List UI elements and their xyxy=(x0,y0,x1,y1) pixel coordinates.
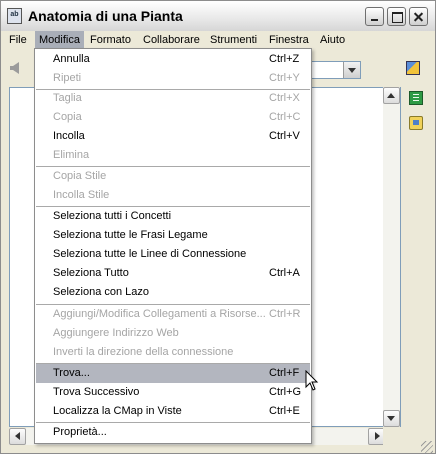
title-bar[interactable]: Anatomia di una Pianta xyxy=(1,1,435,32)
concept-map-icon[interactable] xyxy=(7,8,22,24)
menu-aiuto[interactable]: Aiuto xyxy=(316,31,349,49)
menu-item-copia-stile[interactable]: Copia Stile xyxy=(36,167,310,186)
menu-modifica[interactable]: Modifica xyxy=(35,31,84,49)
menu-item-indirizzo-web[interactable]: Aggiungere Indirizzo Web xyxy=(36,324,310,343)
menu-file[interactable]: File xyxy=(5,31,31,49)
views-book-icon[interactable] xyxy=(409,91,423,105)
menu-item-ripeti[interactable]: Ripeti Ctrl+Y xyxy=(36,69,310,88)
scroll-left-button[interactable] xyxy=(9,428,26,445)
menu-item-annulla[interactable]: Annulla Ctrl+Z xyxy=(36,50,310,69)
scroll-down-button[interactable] xyxy=(383,410,400,427)
menu-item-proprieta[interactable]: Proprietà... xyxy=(36,423,310,442)
menu-item-copia[interactable]: Copia Ctrl+C xyxy=(36,108,310,127)
menu-item-taglia[interactable]: Taglia Ctrl+X xyxy=(36,89,310,108)
style-palette-icon[interactable] xyxy=(406,61,420,75)
scrollbar-corner xyxy=(383,428,401,445)
menu-item-seleziona-lazo[interactable]: Seleziona con Lazo xyxy=(36,283,310,302)
menu-item-seleziona-concetti[interactable]: Seleziona tutti i Concetti xyxy=(36,207,310,226)
menu-item-trova[interactable]: Trova... Ctrl+F xyxy=(36,364,310,383)
close-button[interactable] xyxy=(409,7,428,26)
menu-item-collegamenti-risorse[interactable]: Aggiungi/Modifica Collegamenti a Risorse… xyxy=(36,305,310,324)
vertical-scrollbar[interactable] xyxy=(383,87,400,427)
scroll-up-button[interactable] xyxy=(383,87,400,104)
chevron-down-icon[interactable] xyxy=(343,62,360,78)
window-title: Anatomia di una Pianta xyxy=(28,8,183,24)
menu-formato[interactable]: Formato xyxy=(86,31,135,49)
edit-menu-dropdown: Annulla Ctrl+Z Ripeti Ctrl+Y Taglia Ctrl… xyxy=(34,48,312,444)
menu-finestra[interactable]: Finestra xyxy=(265,31,313,49)
menu-item-seleziona-tutto[interactable]: Seleziona Tutto Ctrl+A xyxy=(36,264,310,283)
menu-item-seleziona-linee[interactable]: Seleziona tutte le Linee di Connessione xyxy=(36,245,310,264)
resize-grip[interactable] xyxy=(421,441,433,453)
menu-item-elimina[interactable]: Elimina xyxy=(36,146,310,165)
menu-item-incolla-stile[interactable]: Incolla Stile xyxy=(36,186,310,205)
collaboration-icon[interactable] xyxy=(409,116,423,130)
menu-item-inverti-direzione[interactable]: Inverti la direzione della connessione xyxy=(36,343,310,362)
menu-item-incolla[interactable]: Incolla Ctrl+V xyxy=(36,127,310,146)
menu-item-seleziona-frasi-legame[interactable]: Seleziona tutte le Frasi Legame xyxy=(36,226,310,245)
menu-item-trova-successivo[interactable]: Trova Successivo Ctrl+G xyxy=(36,383,310,402)
maximize-button[interactable] xyxy=(387,7,406,26)
menu-item-localizza-cmap[interactable]: Localizza la CMap in Viste Ctrl+E xyxy=(36,402,310,421)
minimize-button[interactable] xyxy=(365,7,384,26)
back-arrow-icon[interactable] xyxy=(10,62,19,74)
menu-bar: File Modifica Formato Collaborare Strume… xyxy=(1,31,435,49)
mouse-pointer-icon xyxy=(305,370,319,391)
menu-strumenti[interactable]: Strumenti xyxy=(206,31,261,49)
menu-collaborare[interactable]: Collaborare xyxy=(139,31,204,49)
